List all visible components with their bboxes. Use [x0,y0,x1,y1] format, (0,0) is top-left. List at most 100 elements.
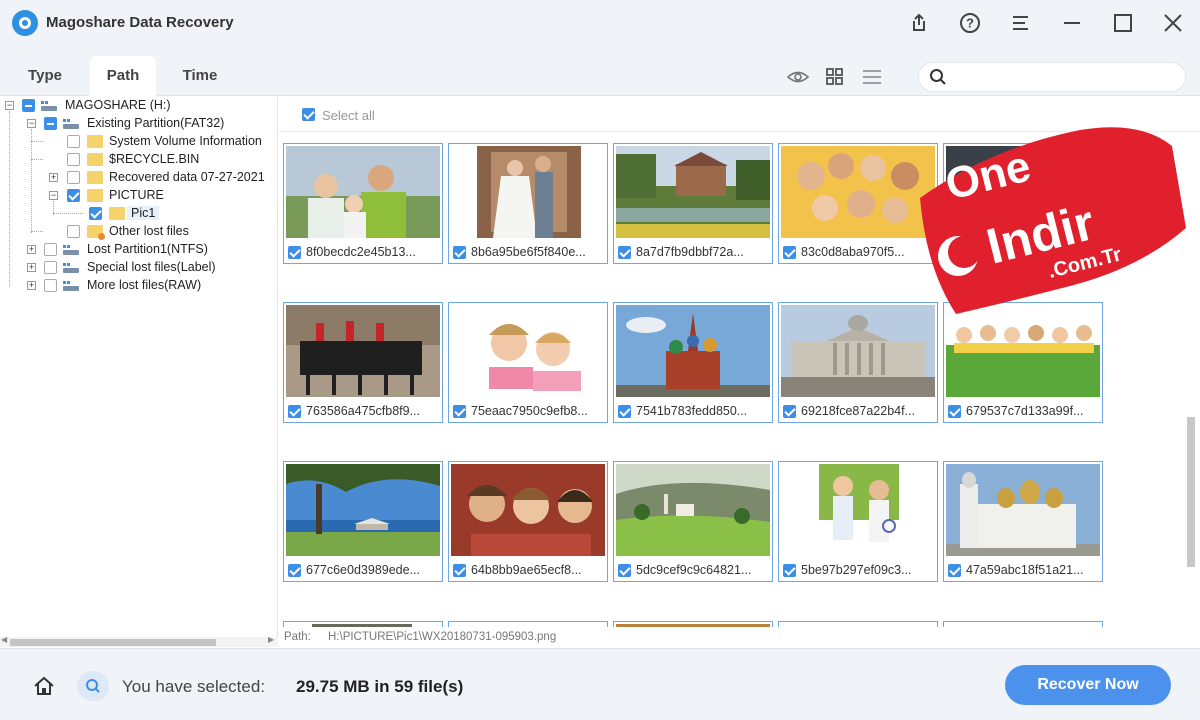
file-card[interactable]: 8a7d7fb9dbbf72a... [613,143,773,264]
tree-checkbox[interactable] [67,171,80,184]
bottom-bar: You have selected: 29.75 MB in 59 file(s… [0,648,1200,720]
file-checkbox[interactable] [453,564,466,577]
file-card[interactable]: 75eaac7950c9efb8... [448,302,608,423]
collapse-icon[interactable]: − [27,119,36,128]
file-checkbox[interactable] [288,564,301,577]
eye-icon[interactable] [786,68,810,86]
tree-checkbox[interactable] [44,243,57,256]
tab-path[interactable]: Path [90,56,156,96]
gallery-building-photo-thumbnail [781,305,935,397]
tree-checkbox[interactable] [67,225,80,238]
collapse-icon[interactable]: − [5,101,14,110]
tree-item-picture[interactable]: − PICTURE [0,187,277,205]
tree-checkbox[interactable] [22,99,35,112]
two-kids-photo-thumbnail [451,305,605,397]
tree-item-lost-partition[interactable]: + Lost Partition1(NTFS) [0,241,277,259]
tree-checkbox[interactable] [44,279,57,292]
path-bar: Path: H:\PICTURE\Pic1\WX20180731-095903.… [279,627,1200,647]
close-icon[interactable] [1160,10,1186,36]
collapse-icon[interactable]: − [49,191,58,200]
tree-item-more-lost-files[interactable]: + More lost files(RAW) [0,277,277,295]
scroll-right-icon[interactable]: ▶ [268,635,274,644]
tree-checkbox[interactable] [89,207,102,220]
file-checkbox[interactable] [783,246,796,259]
file-card[interactable]: 679537c7d133a99f... [943,302,1103,423]
tree-item-other-lost-files[interactable]: Other lost files [0,223,277,241]
home-icon[interactable] [32,675,56,697]
file-checkbox[interactable] [948,564,961,577]
file-card[interactable]: 763586a475cfb8f9... [283,302,443,423]
file-checkbox[interactable] [618,564,631,577]
folder-icon [109,207,125,220]
file-name: 679537c7d133a99f... [966,404,1084,418]
tree-item-label: Other lost files [109,224,189,238]
select-all-checkbox[interactable] [302,108,315,121]
scroll-left-icon[interactable]: ◀ [1,635,7,644]
list-view-icon[interactable] [861,68,883,86]
tree-checkbox[interactable] [67,189,80,202]
hills-village-photo-thumbnail [616,464,770,556]
tree-checkbox[interactable] [67,135,80,148]
file-card[interactable]: 8f0becdc2e45b13... [283,143,443,264]
recover-now-button[interactable]: Recover Now [1005,665,1171,705]
file-card[interactable]: 5be97b297ef09c3... [778,461,938,582]
file-checkbox[interactable] [288,405,301,418]
tab-type[interactable]: Type [0,56,90,96]
file-checkbox[interactable] [783,405,796,418]
search-input[interactable] [957,67,1177,87]
oneindir-watermark-logo: One Indir .Com.Tr [920,127,1186,314]
file-checkbox[interactable] [948,405,961,418]
file-card[interactable]: 677c6e0d3989ede... [283,461,443,582]
menu-icon[interactable] [1008,10,1034,36]
search-icon[interactable] [929,68,947,86]
file-checkbox[interactable] [618,405,631,418]
tree-item-label: Recovered data 07-27-2021 [109,170,265,184]
file-card[interactable]: 69218fce87a22b4f... [778,302,938,423]
file-card[interactable]: 47a59abc18f51a21... [943,461,1103,582]
expand-icon[interactable]: + [27,263,36,272]
tree-beach-photo-thumbnail [286,464,440,556]
file-card[interactable]: 8b6a95be6f5f840e... [448,143,608,264]
file-name: 7541b783fedd850... [636,404,748,418]
grid-view-icon[interactable] [824,68,846,86]
minimize-icon[interactable] [1059,10,1085,36]
file-checkbox[interactable] [453,246,466,259]
file-card[interactable]: 5dc9cef9c9c64821... [613,461,773,582]
tree-item-special-lost-files[interactable]: + Special lost files(Label) [0,259,277,277]
expand-icon[interactable]: + [27,245,36,254]
search-box[interactable] [918,62,1186,92]
tree-checkbox[interactable] [44,261,57,274]
scrollbar-thumb[interactable] [10,639,216,646]
white-church-photo-thumbnail [946,464,1100,556]
tab-time[interactable]: Time [164,56,236,96]
expand-icon[interactable]: + [49,173,58,182]
kids-grass-photo-thumbnail [946,305,1100,397]
tree-item-existing-partition[interactable]: − Existing Partition(FAT32) [0,115,277,133]
file-name: 8a7d7fb9dbbf72a... [636,245,744,259]
selection-search-icon [77,671,109,701]
file-checkbox[interactable] [783,564,796,577]
tree-checkbox[interactable] [44,117,57,130]
folder-tree: − MAGOSHARE (H:) − Existing Partition(FA… [0,97,278,647]
tree-item-pic1[interactable]: Pic1 [0,205,277,223]
export-icon[interactable] [906,10,932,36]
family-photo-thumbnail [286,146,440,238]
help-icon[interactable]: ? [957,10,983,36]
folder-icon [87,153,103,166]
tree-item-recycle-bin[interactable]: $RECYCLE.BIN [0,151,277,169]
drive-icon [63,263,79,273]
tree-item-magoshare[interactable]: − MAGOSHARE (H:) [0,97,277,115]
file-grid-scrollbar[interactable] [1187,417,1195,567]
expand-icon[interactable]: + [27,281,36,290]
tree-item-label: Special lost files(Label) [87,260,216,274]
file-card[interactable]: 64b8bb9ae65ecf8... [448,461,608,582]
tree-item-recovered-data[interactable]: + Recovered data 07-27-2021 [0,169,277,187]
file-checkbox[interactable] [618,246,631,259]
maximize-icon[interactable] [1110,10,1136,36]
file-card[interactable]: 7541b783fedd850... [613,302,773,423]
tree-checkbox[interactable] [67,153,80,166]
tree-horizontal-scrollbar[interactable]: ◀ ▶ [0,635,278,647]
file-checkbox[interactable] [453,405,466,418]
file-checkbox[interactable] [288,246,301,259]
tree-item-system-volume[interactable]: System Volume Information [0,133,277,151]
